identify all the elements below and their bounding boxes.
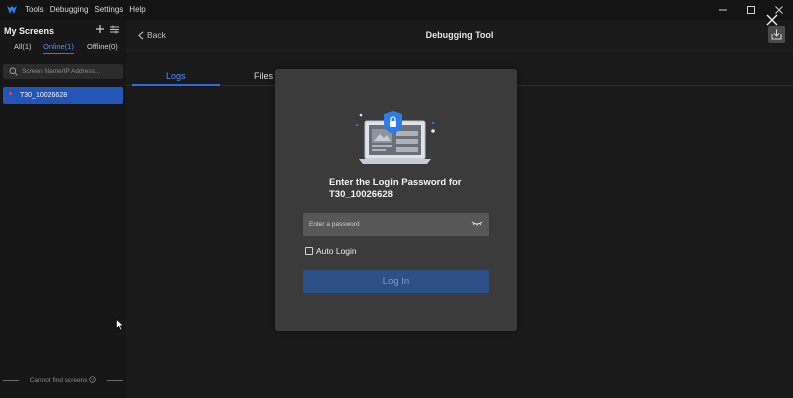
screen-list-item[interactable]: T30_10026628	[3, 87, 123, 104]
password-placeholder: Enter a password	[309, 221, 360, 228]
screen-filter-tabs: All(1) Online(1) Offline(0)	[0, 42, 126, 56]
tab-online[interactable]: Online(1)	[43, 42, 74, 54]
eye-closed-icon[interactable]	[471, 221, 483, 227]
menu-bar: Tools Debugging Settings Help	[25, 5, 146, 14]
password-input[interactable]: Enter a password	[303, 213, 489, 236]
screen-name: T30_10026628	[20, 92, 68, 99]
maximize-button[interactable]	[744, 3, 758, 17]
active-tab-indicator	[132, 84, 220, 86]
login-dialog: Enter the Login Password for T30_1002662…	[275, 69, 517, 331]
dialog-title: Enter the Login Password for T30_1002662…	[329, 177, 489, 201]
cannot-find-screens[interactable]: Cannot find screens ?	[0, 376, 126, 386]
tab-offline[interactable]: Offline(0)	[87, 42, 118, 51]
menu-help[interactable]: Help	[129, 5, 145, 14]
search-icon	[9, 67, 18, 76]
main-header: Back Debugging Tool	[126, 20, 793, 51]
minimize-icon	[719, 9, 727, 11]
dialog-title-line1: Enter the Login Password for	[329, 177, 462, 188]
divider-left	[3, 380, 19, 381]
menu-debugging[interactable]: Debugging	[50, 5, 89, 14]
tab-all[interactable]: All(1)	[14, 42, 32, 51]
tab-files[interactable]: Files	[254, 71, 273, 81]
menu-tools[interactable]: Tools	[25, 5, 44, 14]
maximize-icon	[747, 6, 755, 14]
help-icon: ?	[89, 376, 96, 383]
tab-logs[interactable]: Logs	[166, 71, 186, 81]
login-button[interactable]: Log In	[303, 270, 489, 293]
sidebar-title: My Screens	[4, 26, 55, 36]
divider-right	[107, 380, 123, 381]
app-logo-icon	[7, 6, 17, 14]
status-dot	[9, 92, 12, 95]
sidebar: My Screens All(1) Online(1) Offline(0) S…	[0, 20, 126, 398]
export-icon	[771, 29, 782, 40]
dialog-close-icon[interactable]	[766, 14, 778, 26]
minimize-button[interactable]	[716, 3, 730, 17]
menu-settings[interactable]: Settings	[94, 5, 123, 14]
screen-search[interactable]: Screen Name/IP Address...	[3, 64, 123, 79]
dialog-title-line2: T30_10026628	[329, 189, 393, 200]
mouse-cursor-icon	[116, 319, 124, 331]
filter-icon[interactable]	[110, 25, 119, 34]
add-screen-icon[interactable]	[95, 24, 105, 34]
search-placeholder: Screen Name/IP Address...	[22, 68, 101, 75]
cannot-find-label: Cannot find screens	[29, 377, 88, 384]
checkbox-box[interactable]	[305, 247, 313, 255]
export-button[interactable]	[768, 26, 785, 43]
svg-text:?: ?	[92, 377, 95, 382]
page-title: Debugging Tool	[425, 30, 494, 40]
laptop-lock-illustration-icon	[355, 111, 435, 164]
auto-login-checkbox[interactable]: Auto Login	[305, 246, 357, 256]
auto-login-label: Auto Login	[316, 246, 357, 256]
title-bar: Tools Debugging Settings Help	[0, 0, 793, 20]
